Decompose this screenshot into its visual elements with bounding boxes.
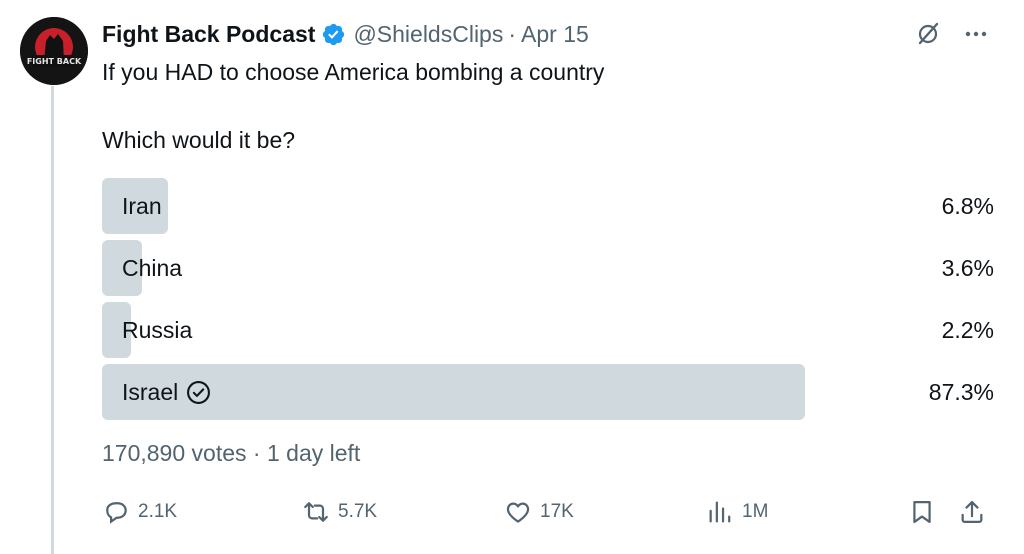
poll-option-percent: 87.3% <box>928 378 994 405</box>
poll-option-china[interactable]: China 3.6% <box>102 240 994 296</box>
poll-vote-count: 170,890 votes <box>102 440 247 466</box>
avatar[interactable]: FIGHT BACK <box>20 17 88 85</box>
tweet-text-line-1: If you HAD to choose America bombing a c… <box>102 59 605 85</box>
avatar-text: FIGHT BACK <box>27 57 82 66</box>
poll-meta: 170,890 votes · 1 day left <box>102 440 360 467</box>
like-count: 17K <box>540 501 574 522</box>
repost-button[interactable]: 5.7K <box>302 496 377 528</box>
views-count: 1M <box>742 501 769 522</box>
poll: Iran 6.8% China 3.6% Russia 2.2% Israel … <box>102 178 994 426</box>
top-right-icons <box>914 20 990 48</box>
repost-icon <box>304 502 328 522</box>
share-icon <box>961 500 983 524</box>
poll-option-percent: 6.8% <box>941 192 994 219</box>
action-bar: 2.1K 5.7K 17K 1M <box>102 496 994 528</box>
more-options-icon[interactable] <box>962 20 990 48</box>
tweet-header: Fight Back Podcast @ShieldsClips · Apr 1… <box>102 18 589 50</box>
tweet-text-line-2: Which would it be? <box>102 127 296 153</box>
poll-option-russia[interactable]: Russia 2.2% <box>102 302 994 358</box>
like-button[interactable]: 17K <box>504 496 574 528</box>
poll-option-label: China <box>122 254 183 281</box>
tweet-text: If you HAD to choose America bombing a c… <box>102 55 604 157</box>
heart-icon <box>506 502 530 523</box>
reply-count: 2.1K <box>138 501 178 522</box>
thread-line <box>51 86 54 554</box>
poll-option-label: Russia <box>122 316 193 343</box>
user-handle[interactable]: @ShieldsClips <box>353 21 503 48</box>
poll-option-label-wrap: Israel <box>122 364 211 420</box>
views-button[interactable]: 1M <box>706 496 768 528</box>
poll-meta-separator: · <box>252 440 261 466</box>
verified-badge-icon <box>321 22 346 47</box>
poll-option-label: Israel <box>122 378 179 405</box>
poll-option-iran[interactable]: Iran 6.8% <box>102 178 994 234</box>
poll-option-israel[interactable]: Israel 87.3% <box>102 364 994 420</box>
reply-button[interactable]: 2.1K <box>102 496 177 528</box>
display-name[interactable]: Fight Back Podcast <box>102 21 315 48</box>
views-chart-icon <box>709 501 731 523</box>
poll-option-percent: 2.2% <box>941 316 994 343</box>
poll-option-percent: 3.6% <box>941 254 994 281</box>
bookmark-button[interactable] <box>908 496 936 528</box>
grok-slash-icon[interactable] <box>914 20 942 48</box>
poll-option-label: Iran <box>122 192 162 219</box>
check-circle-icon <box>186 380 211 405</box>
repost-count: 5.7K <box>338 501 378 522</box>
bookmark-icon <box>913 500 931 524</box>
tweet-text-blank-line <box>102 89 604 123</box>
avatar-image: FIGHT BACK <box>20 17 88 85</box>
header-separator: · <box>508 20 517 47</box>
reply-icon <box>106 502 127 524</box>
poll-time-left: 1 day left <box>266 440 361 466</box>
tweet-date[interactable]: Apr 15 <box>521 21 589 48</box>
share-button[interactable] <box>958 496 986 528</box>
